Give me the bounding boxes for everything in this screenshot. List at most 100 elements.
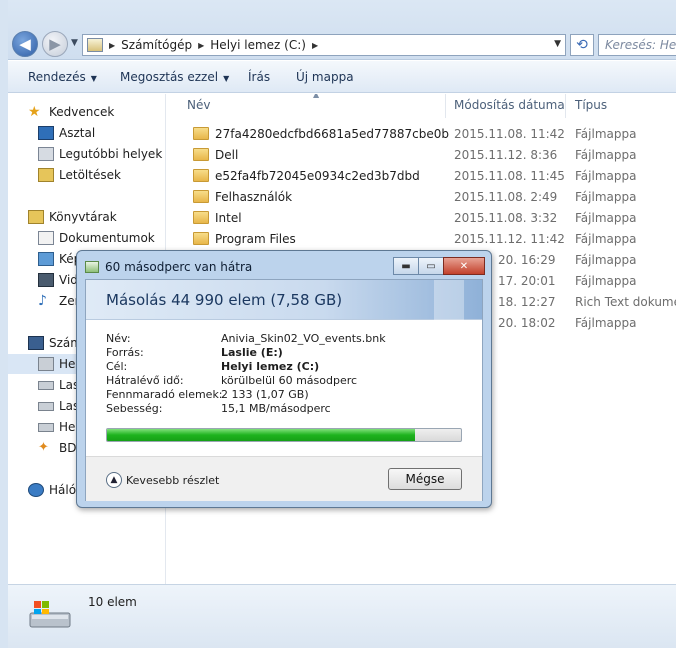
field-label: Cél:: [106, 360, 128, 373]
folder-icon: [193, 211, 209, 224]
copy-heading: Másolás 44 990 elem (7,58 GB): [106, 291, 343, 309]
table-row[interactable]: 27fa4280edcfbd6681a5ed77887cbe0b 2015.11.…: [167, 124, 676, 145]
nav-label: Legutóbbi helyek: [59, 147, 163, 161]
column-divider[interactable]: [565, 94, 566, 118]
close-button[interactable]: ✕: [443, 257, 485, 275]
search-input[interactable]: Keresés: Helyi: [598, 34, 676, 56]
window-controls: ▬ ▭ ✕: [393, 257, 485, 275]
folder-icon: [193, 148, 209, 161]
refresh-button[interactable]: ⟲: [570, 34, 594, 56]
table-row[interactable]: Dell 2015.11.12. 8:36 Fájlmappa: [167, 145, 676, 166]
column-divider[interactable]: [445, 94, 446, 118]
file-name: e52fa4fb72045e0934c2ed3b7dbd: [215, 169, 420, 183]
folder-icon: [193, 127, 209, 140]
breadcrumb-computer[interactable]: Számítógép: [121, 38, 192, 52]
music-icon: ♪: [38, 293, 47, 309]
field-value: Anivia_Skin02_VO_events.bnk: [221, 332, 386, 345]
file-date: 2015.11.08. 3:32: [454, 211, 558, 225]
file-name: 27fa4280edcfbd6681a5ed77887cbe0b: [215, 127, 449, 141]
drive-icon: [38, 422, 54, 432]
file-date: 2015.11.08. 2:49: [454, 190, 558, 204]
file-type: Fájlmappa: [575, 316, 637, 330]
network-icon: [28, 483, 44, 497]
file-date: 18. 12:27: [498, 295, 556, 309]
source-link[interactable]: Laslie (E:): [221, 346, 283, 359]
nav-label: Letöltések: [59, 168, 121, 182]
field-label: Sebesség:: [106, 402, 163, 415]
new-folder-button[interactable]: Új mappa: [296, 70, 354, 84]
nav-label: Könyvtárak: [49, 210, 117, 224]
forward-arrow-icon: ▶: [49, 35, 61, 53]
fewer-details-label: Kevesebb részlet: [126, 473, 220, 487]
nav-favorites[interactable]: ★ Kedvencek: [28, 102, 165, 122]
table-row[interactable]: Intel 2015.11.08. 3:32 Fájlmappa: [167, 208, 676, 229]
fewer-details-button[interactable]: ▲ Kevesebb részlet: [106, 472, 219, 488]
bd-drive-icon: ✦: [38, 440, 49, 455]
nav-desktop[interactable]: Asztal: [38, 123, 165, 143]
table-row[interactable]: Program Files 2015.11.12. 11:42 Fájlmappa: [167, 229, 676, 250]
nav-downloads[interactable]: Letöltések: [38, 165, 165, 185]
burn-button[interactable]: Írás: [248, 70, 270, 84]
file-type: Fájlmappa: [575, 190, 637, 204]
file-date: 2015.11.12. 11:42: [454, 232, 565, 246]
local-disk-icon: [38, 357, 54, 371]
refresh-icon: ⟲: [576, 37, 588, 53]
dialog-titlebar[interactable]: 60 másodperc van hátra: [85, 258, 252, 276]
column-header-type[interactable]: Típus: [575, 98, 607, 112]
maximize-button[interactable]: ▭: [418, 257, 444, 275]
details-pane: 10 elem: [8, 584, 676, 648]
file-type: Fájlmappa: [575, 211, 637, 225]
file-date: 2015.11.12. 8:36: [454, 148, 558, 162]
file-type: Fájlmappa: [575, 169, 637, 183]
nav-documents[interactable]: Dokumentumok: [38, 228, 165, 248]
videos-icon: [38, 273, 54, 287]
address-dropdown-icon[interactable]: ▼: [554, 39, 561, 49]
share-with-menu[interactable]: Megosztás ezzel ▼: [120, 70, 229, 84]
pictures-icon: [38, 252, 54, 266]
file-date: 2015.11.08. 11:42: [454, 127, 565, 141]
progress-fill: [107, 429, 415, 441]
file-name: Dell: [215, 148, 239, 162]
copy-icon: [85, 261, 99, 273]
column-header-date[interactable]: Módosítás dátuma: [454, 98, 565, 112]
cancel-button[interactable]: Mégse: [388, 468, 462, 490]
history-dropdown-icon[interactable]: ▼: [71, 38, 78, 48]
close-icon: ✕: [459, 260, 469, 272]
file-name: Program Files: [215, 232, 296, 246]
destination-link[interactable]: Helyi lemez (C:): [221, 360, 319, 373]
chevron-right-icon[interactable]: ▶: [109, 41, 115, 50]
field-label: Fennmaradó elemek:: [106, 388, 223, 401]
chevron-down-icon: ▼: [223, 74, 230, 83]
chevron-right-icon[interactable]: ▶: [312, 41, 318, 50]
table-row[interactable]: Felhasználók 2015.11.08. 2:49 Fájlmappa: [167, 187, 676, 208]
computer-icon: [28, 336, 44, 350]
minimize-icon: ▬: [401, 260, 411, 272]
chevron-right-icon[interactable]: ▶: [198, 41, 204, 50]
nav-libraries[interactable]: Könyvtárak: [28, 207, 165, 227]
minimize-button[interactable]: ▬: [393, 257, 419, 275]
command-bar: Rendezés ▼ Megosztás ezzel ▼ Írás Új mappa: [8, 61, 676, 93]
chevron-up-icon: ▲: [106, 472, 122, 488]
sort-caret-icon: ▲: [313, 94, 320, 99]
table-row[interactable]: e52fa4fb72045e0934c2ed3b7dbd 2015.11.08. …: [167, 166, 676, 187]
maximize-icon: ▭: [426, 260, 436, 272]
file-type: Rich Text dokume...: [575, 295, 676, 309]
back-button[interactable]: ◀: [12, 31, 38, 57]
downloads-icon: [38, 168, 54, 182]
drive-icon: [38, 401, 54, 411]
organize-menu[interactable]: Rendezés ▼: [28, 70, 97, 84]
file-type: Fájlmappa: [575, 274, 637, 288]
forward-button[interactable]: ▶: [42, 31, 68, 57]
breadcrumb[interactable]: ▶ Számítógép ▶ Helyi lemez (C:) ▶ ▼: [82, 34, 566, 56]
organize-label: Rendezés: [28, 70, 86, 84]
breadcrumb-local-disk[interactable]: Helyi lemez (C:): [210, 38, 306, 52]
nav-recent-places[interactable]: Legutóbbi helyek: [38, 144, 165, 164]
field-label: Név:: [106, 332, 131, 345]
file-name: Intel: [215, 211, 242, 225]
computer-small-icon: [87, 38, 103, 52]
column-header-name[interactable]: Név: [187, 98, 210, 112]
file-date: 17. 20:01: [498, 274, 556, 288]
file-type: Fájlmappa: [575, 232, 637, 246]
folder-icon: [193, 232, 209, 245]
star-icon: ★: [28, 104, 41, 120]
